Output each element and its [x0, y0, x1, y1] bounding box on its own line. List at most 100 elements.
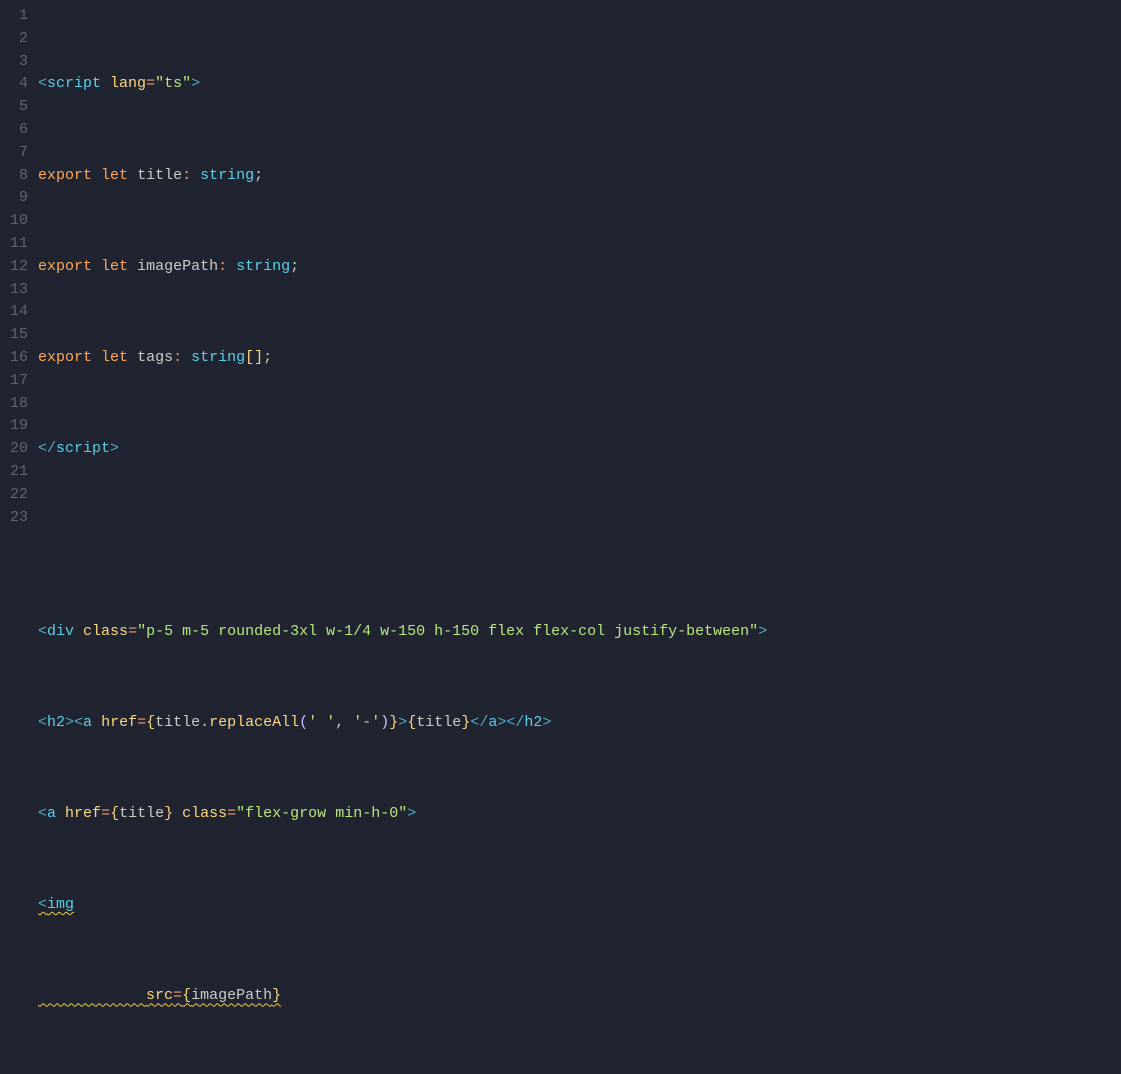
token: {: [407, 712, 416, 735]
token: [92, 256, 101, 279]
token: [173, 803, 182, 826]
token: >: [191, 73, 200, 96]
line-number: 14: [0, 301, 28, 324]
line-number: 6: [0, 119, 28, 142]
token: lang: [110, 73, 146, 96]
line-number: 12: [0, 256, 28, 279]
token: }: [164, 803, 173, 826]
token: export: [38, 165, 92, 188]
code-editor: 1 2 3 4 5 6 7 8 9 10 11 12 13 14 15 16 1…: [0, 0, 1121, 537]
token: tags: [137, 347, 173, 370]
token: :: [173, 347, 191, 370]
token: >: [398, 712, 407, 735]
token: {: [110, 803, 119, 826]
line-number: 13: [0, 279, 28, 302]
token: [56, 803, 65, 826]
code-line[interactable]: [38, 529, 1121, 552]
token: export: [38, 347, 92, 370]
token: imagePath: [191, 985, 272, 1008]
token: src: [146, 985, 173, 1008]
token: [92, 712, 101, 735]
code-area[interactable]: <script lang="ts"> export let title: str…: [38, 0, 1121, 537]
line-number: 15: [0, 324, 28, 347]
line-number: 4: [0, 73, 28, 96]
token: string: [191, 347, 245, 370]
code-line[interactable]: <img: [38, 894, 1121, 917]
line-number: 18: [0, 393, 28, 416]
token: {: [182, 985, 191, 1008]
token: [101, 73, 110, 96]
token: {: [146, 712, 155, 735]
token: string: [200, 165, 254, 188]
token: script: [56, 438, 110, 461]
line-number: 11: [0, 233, 28, 256]
token: title: [137, 165, 182, 188]
token: title: [416, 712, 461, 735]
code-line[interactable]: src={imagePath}: [38, 985, 1121, 1008]
code-line[interactable]: <a href={title} class="flex-grow min-h-0…: [38, 803, 1121, 826]
token: title: [155, 712, 200, 735]
code-line[interactable]: export let title: string;: [38, 165, 1121, 188]
line-number: 9: [0, 187, 28, 210]
code-line[interactable]: <div class="p-5 m-5 rounded-3xl w-1/4 w-…: [38, 621, 1121, 644]
token: ><: [65, 712, 83, 735]
token: =: [137, 712, 146, 735]
token: a: [47, 803, 56, 826]
line-number: 20: [0, 438, 28, 461]
token: h2: [47, 712, 65, 735]
code-line[interactable]: <h2><a href={title.replaceAll(' ', '-')}…: [38, 712, 1121, 735]
token: </: [38, 438, 56, 461]
token: div: [47, 621, 74, 644]
line-number: 2: [0, 28, 28, 51]
code-line[interactable]: export let tags: string[];: [38, 347, 1121, 370]
token: :: [182, 165, 200, 188]
token: ;: [290, 256, 299, 279]
line-number: 7: [0, 142, 28, 165]
token: ,: [335, 712, 353, 735]
token: script: [47, 73, 101, 96]
token: >: [542, 712, 551, 735]
token: =: [146, 73, 155, 96]
token: =: [173, 985, 182, 1008]
token: imagePath: [137, 256, 218, 279]
token: class: [83, 621, 128, 644]
token: "p-5 m-5 rounded-3xl w-1/4 w-150 h-150 f…: [137, 621, 758, 644]
line-number: 10: [0, 210, 28, 233]
token: ' ': [308, 712, 335, 735]
token: (: [299, 712, 308, 735]
token: h2: [524, 712, 542, 735]
token: [128, 347, 137, 370]
line-number-gutter: 1 2 3 4 5 6 7 8 9 10 11 12 13 14 15 16 1…: [0, 0, 38, 537]
line-number: 16: [0, 347, 28, 370]
token: }: [461, 712, 470, 735]
code-line[interactable]: </script>: [38, 438, 1121, 461]
token: let: [101, 347, 128, 370]
token: ): [380, 712, 389, 735]
token: :: [218, 256, 236, 279]
token: >: [407, 803, 416, 826]
token: ;: [263, 347, 272, 370]
token: =: [128, 621, 137, 644]
token: }: [272, 985, 281, 1008]
token: <: [38, 803, 47, 826]
token: replaceAll: [209, 712, 299, 735]
token: "flex-grow min-h-0": [236, 803, 407, 826]
line-number: 17: [0, 370, 28, 393]
token: '-': [353, 712, 380, 735]
token: [92, 165, 101, 188]
token: [92, 347, 101, 370]
code-line[interactable]: <script lang="ts">: [38, 73, 1121, 96]
token: img: [47, 896, 74, 913]
token: let: [101, 165, 128, 188]
line-number: 8: [0, 165, 28, 188]
token: let: [101, 256, 128, 279]
token: <: [38, 896, 47, 913]
line-number: 3: [0, 51, 28, 74]
line-number: 19: [0, 415, 28, 438]
token: [128, 165, 137, 188]
line-number: 5: [0, 96, 28, 119]
token: href: [65, 803, 101, 826]
line-number: 22: [0, 484, 28, 507]
token: []: [245, 347, 263, 370]
code-line[interactable]: export let imagePath: string;: [38, 256, 1121, 279]
